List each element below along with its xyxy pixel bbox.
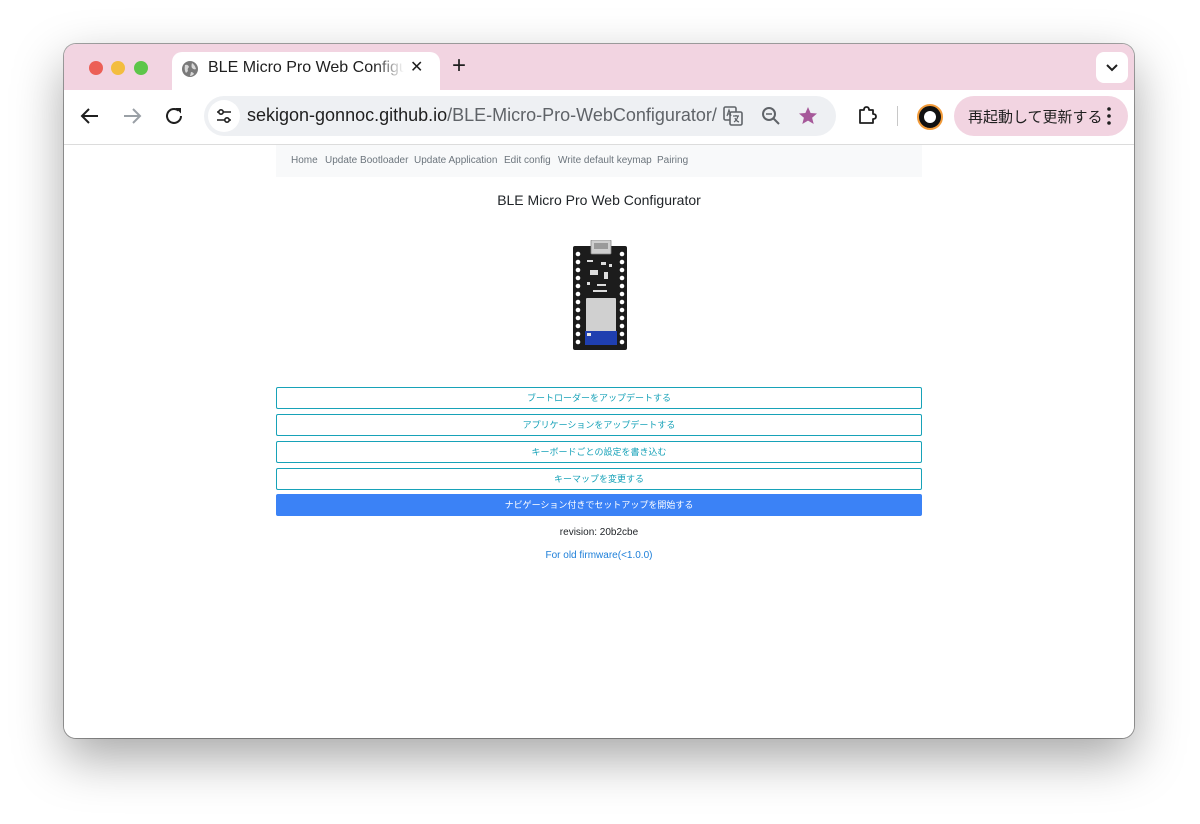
restart-to-update-button[interactable]: 再起動して更新する (954, 96, 1128, 136)
browser-toolbar: sekigon-gonnoc.github.io/BLE-Micro-Pro-W… (64, 90, 1134, 145)
minimize-window-button[interactable] (111, 61, 125, 75)
nav-link-home[interactable]: Home (291, 155, 318, 166)
new-tab-button[interactable]: + (452, 53, 466, 79)
kebab-menu-icon[interactable] (1104, 106, 1114, 126)
active-tab[interactable]: BLE Micro Pro Web Configurator ✕ (172, 52, 440, 90)
translate-icon[interactable] (722, 105, 744, 127)
bookmark-star-icon[interactable] (797, 105, 819, 127)
nav-link-update-bootloader[interactable]: Update Bootloader (325, 155, 408, 166)
chevron-down-icon (1106, 64, 1118, 72)
toolbar-divider (897, 106, 898, 126)
profile-avatar[interactable] (917, 104, 943, 130)
ble-micro-pro-board-image (573, 240, 627, 350)
url-path: /BLE-Micro-Pro-WebConfigurator/ (447, 105, 717, 125)
nav-link-update-application[interactable]: Update Application (414, 155, 497, 166)
zoom-icon[interactable] (760, 105, 782, 127)
update-bootloader-button[interactable]: ブートローダーをアップデートする (276, 387, 922, 409)
page-content: Home Update Bootloader Update Applicatio… (64, 145, 1134, 738)
close-window-button[interactable] (89, 61, 103, 75)
old-firmware-row: For old firmware(<1.0.0) (64, 550, 1134, 561)
title-bar: BLE Micro Pro Web Configurator ✕ + (64, 44, 1134, 90)
site-info-icon (217, 108, 231, 124)
globe-icon (182, 61, 198, 77)
change-keymap-button[interactable]: キーマップを変更する (276, 468, 922, 490)
update-button-label: 再起動して更新する (968, 109, 1103, 126)
nav-link-write-default-keymap[interactable]: Write default keymap (558, 155, 652, 166)
zoom-window-button[interactable] (134, 61, 148, 75)
page-title: BLE Micro Pro Web Configurator (497, 192, 701, 208)
tab-title: BLE Micro Pro Web Configurator (208, 59, 404, 76)
update-application-button[interactable]: アプリケーションをアップデートする (276, 414, 922, 436)
browser-window: BLE Micro Pro Web Configurator ✕ + (64, 44, 1134, 738)
nav-link-pairing[interactable]: Pairing (657, 155, 688, 166)
site-info-button[interactable] (208, 100, 240, 132)
back-arrow-icon[interactable] (78, 104, 102, 128)
old-firmware-link[interactable]: For old firmware(<1.0.0) (546, 550, 653, 561)
revision-text: revision: 20b2cbe (559, 527, 639, 538)
start-guided-setup-button[interactable]: ナビゲーション付きでセットアップを開始する (276, 494, 922, 516)
tab-close-icon[interactable]: ✕ (410, 58, 423, 78)
nav-link-edit-config[interactable]: Edit config (504, 155, 551, 166)
reload-icon[interactable] (162, 104, 186, 128)
site-navbar: Home Update Bootloader Update Applicatio… (276, 145, 922, 177)
extensions-icon[interactable] (856, 104, 878, 126)
url-text: sekigon-gonnoc.github.io/BLE-Micro-Pro-W… (247, 105, 717, 126)
url-host: sekigon-gonnoc.github.io (247, 105, 448, 125)
forward-arrow-icon[interactable] (120, 104, 144, 128)
write-keyboard-config-button[interactable]: キーボードごとの設定を書き込む (276, 441, 922, 463)
address-bar[interactable]: sekigon-gonnoc.github.io/BLE-Micro-Pro-W… (204, 96, 836, 136)
tab-search-button[interactable] (1096, 52, 1128, 83)
